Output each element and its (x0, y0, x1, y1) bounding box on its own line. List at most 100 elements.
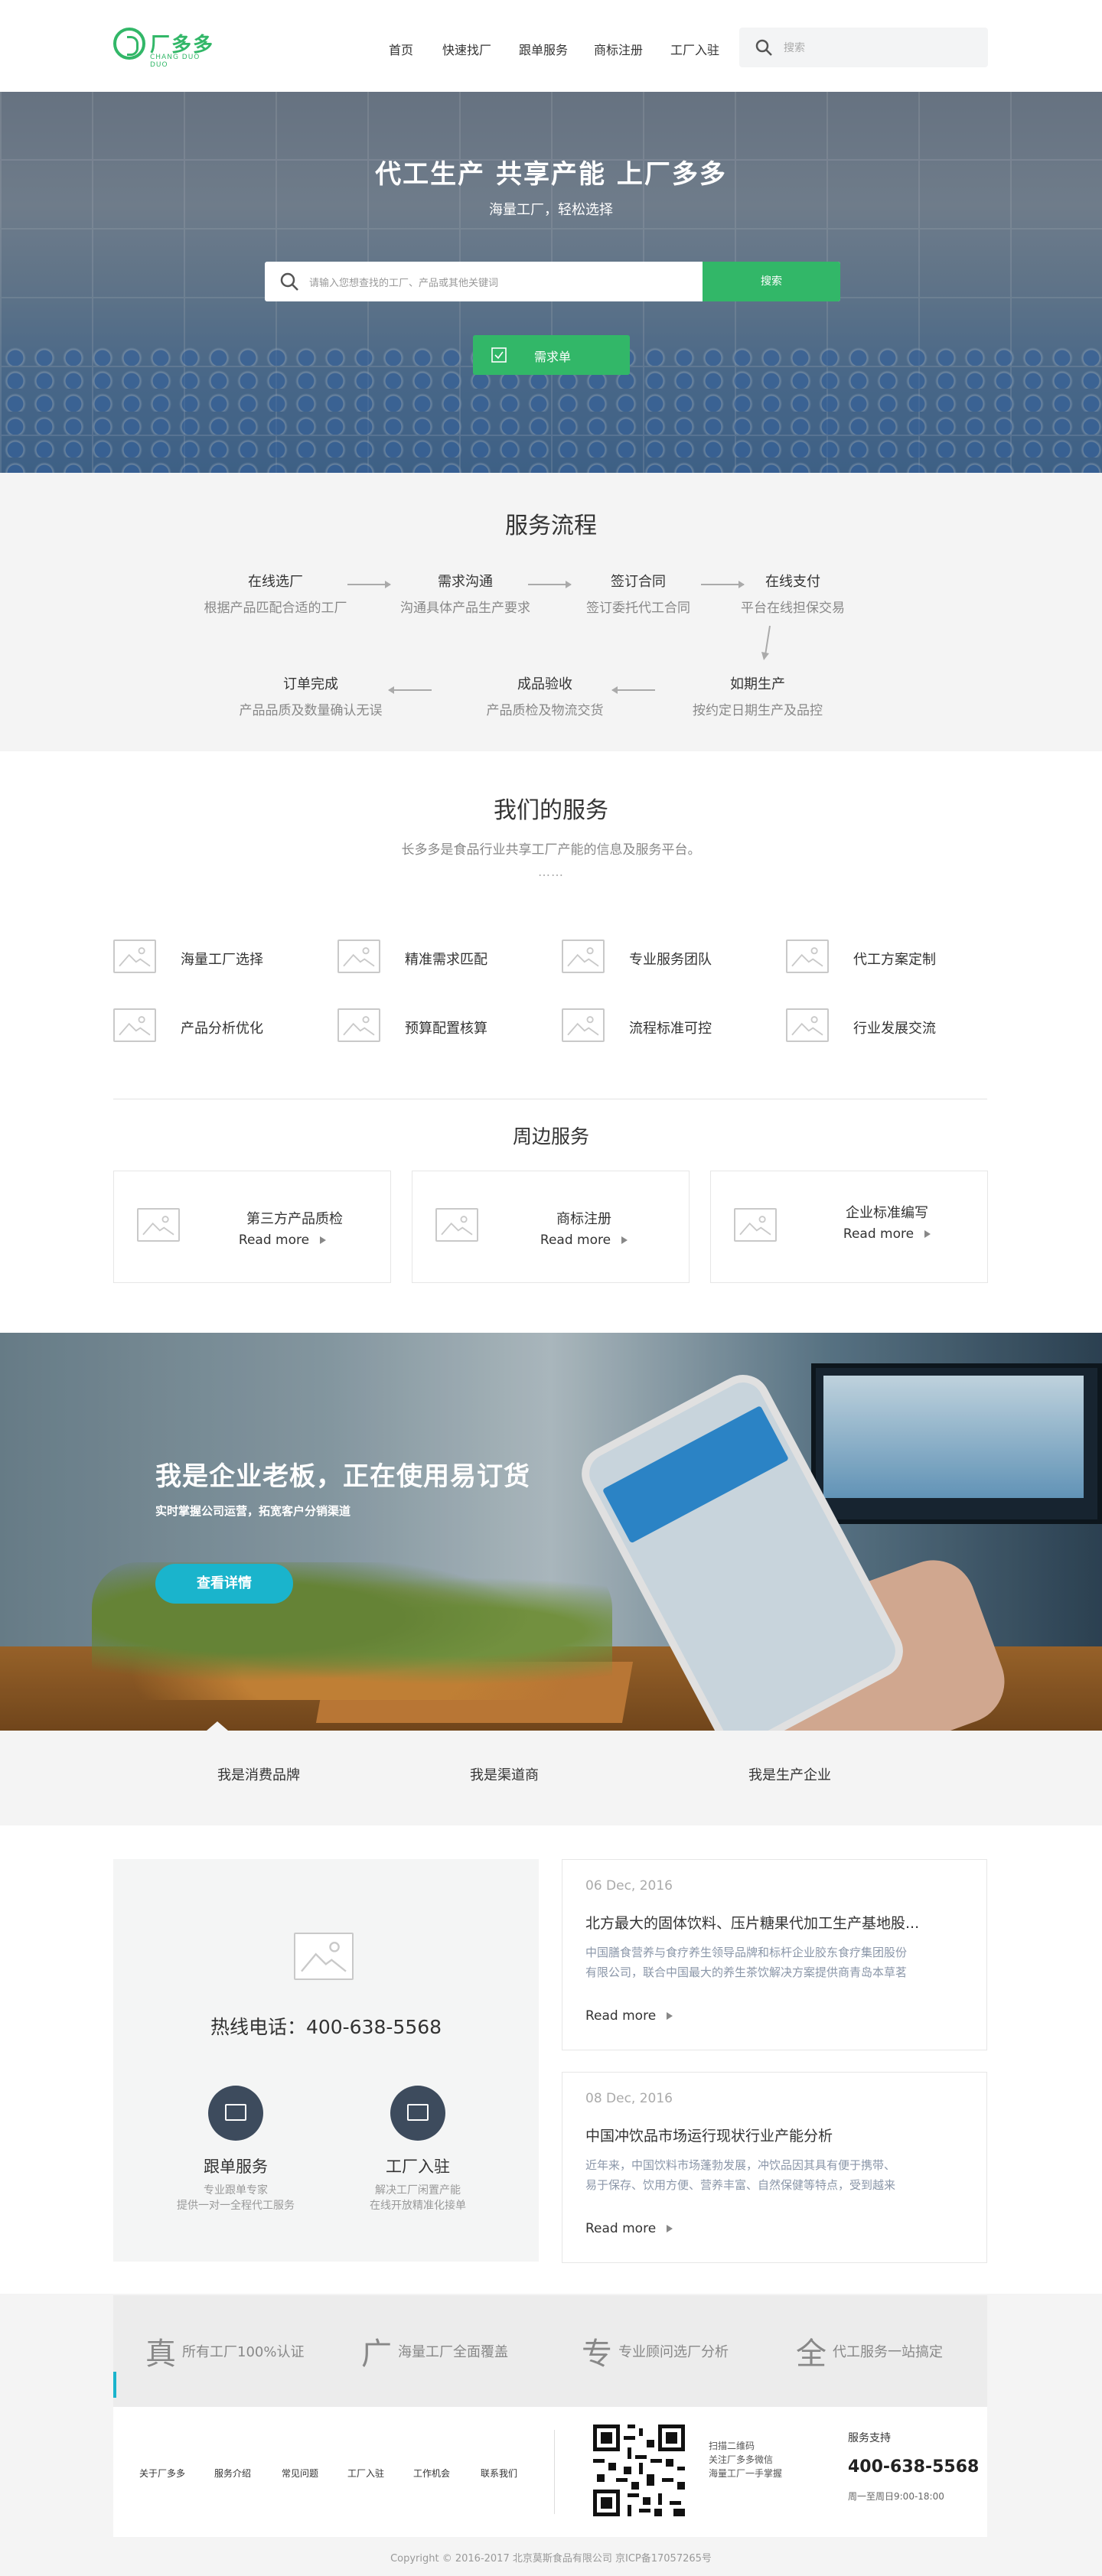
process-step-title: 在线选厂 (248, 574, 303, 590)
process-step-title: 需求沟通 (438, 574, 493, 590)
news-excerpt: 易于保存、饮用方便、营养丰富、自然保健等特点，受到越来 (585, 2178, 896, 2192)
peripheral-card-title: 第三方产品质检 (246, 1211, 343, 1227)
news-card[interactable]: 06 Dec, 2016 北方最大的固体饮料、压片糖果代加工生产基地股... 中… (562, 1859, 987, 2050)
qr-caption: 海量工厂一手掌握 (709, 2468, 783, 2479)
news-title[interactable]: 北方最大的固体饮料、压片糖果代加工生产基地股... (585, 1912, 965, 1933)
read-more-link[interactable]: Read more (198, 1233, 367, 1248)
peripheral-card[interactable]: 商标注册 Read more (412, 1171, 690, 1283)
service-item[interactable]: 产品分析优化 (113, 1008, 328, 1047)
read-more-label: Read more (585, 2221, 657, 2236)
service-item[interactable]: 精准需求匹配 (337, 940, 552, 978)
image-placeholder-icon (786, 940, 829, 973)
hero-search-button[interactable]: 搜索 (703, 262, 840, 301)
logo[interactable]: 厂多多 CHANG DUO DUO (113, 26, 220, 69)
nav-factory-join[interactable]: 工厂入驻 (670, 40, 719, 58)
read-more-link[interactable]: Read more (803, 1226, 971, 1242)
footer-link-jobs[interactable]: 工作机会 (413, 2467, 450, 2480)
arrow-right-icon (701, 581, 745, 588)
view-details-button[interactable]: 查看详情 (155, 1564, 293, 1604)
footer-link-faq[interactable]: 常见问题 (282, 2467, 318, 2480)
image-placeholder-icon (562, 1008, 605, 1042)
image-placeholder-icon (337, 940, 380, 973)
divider (554, 2430, 555, 2514)
arrow-down-icon (761, 625, 771, 660)
footer-link-factory-join[interactable]: 工厂入驻 (347, 2467, 384, 2480)
nav-trademark[interactable]: 商标注册 (594, 40, 643, 58)
service-item[interactable]: 专业服务团队 (562, 940, 776, 978)
caret-right-icon (667, 2012, 673, 2020)
request-form-label: 需求单 (534, 350, 572, 364)
peripheral-card[interactable]: 第三方产品质检 Read more (113, 1171, 391, 1283)
arrow-right-icon (528, 581, 572, 588)
banner-subtitle: 实时掌握公司运营，拓宽客户分销渠道 (155, 1504, 351, 1518)
checklist-icon (491, 347, 507, 363)
header-search-placeholder: 搜索 (784, 42, 805, 54)
support-hours: 周一至周日9:00-18:00 (848, 2491, 944, 2502)
services-subtitle: 长多多是食品行业共享工厂产能的信息及服务平台。 (401, 842, 701, 858)
services-dots: …… (538, 865, 564, 879)
process-step-desc: 按约定日期生产及品控 (693, 703, 823, 718)
tab-distributor[interactable]: 我是渠道商 (470, 1764, 539, 1784)
read-more-link[interactable]: Read more (585, 2008, 673, 2024)
factory-join-title[interactable]: 工厂入驻 (334, 2154, 502, 2177)
image-placeholder-icon (337, 1008, 380, 1042)
tab-consumer-brand[interactable]: 我是消费品牌 (217, 1764, 300, 1784)
accent-bar (113, 2372, 116, 2398)
image-placeholder-icon (734, 1208, 777, 1242)
feature-text: 所有工厂100%认证 (182, 2344, 305, 2360)
qr-code-icon (589, 2421, 689, 2520)
follow-service-title[interactable]: 跟单服务 (152, 2154, 320, 2177)
news-title[interactable]: 中国冲饮品市场运行现状行业产能分析 (585, 2125, 965, 2145)
image-placeholder-icon (786, 1008, 829, 1042)
active-tab-caret-icon (207, 1721, 228, 1731)
peripheral-card-title: 企业标准编写 (846, 1205, 928, 1221)
contact-panel: 热线电话：400-638-5568 跟单服务 专业跟单专家 提供一对一全程代工服… (113, 1859, 539, 2262)
promo-banner: 我是企业老板，正在使用易订货 实时掌握公司运营，拓宽客户分销渠道 查看详情 (0, 1333, 1102, 1731)
tab-manufacturer[interactable]: 我是生产企业 (748, 1764, 831, 1784)
footer-link-about[interactable]: 关于厂多多 (139, 2467, 185, 2480)
hero-search-placeholder: 请输入您想查找的工厂、产品或其他关键词 (309, 278, 499, 289)
banner-title: 我是企业老板，正在使用易订货 (155, 1461, 530, 1492)
service-item-label: 流程标准可控 (629, 1021, 712, 1037)
process-step-title: 如期生产 (730, 676, 785, 692)
banner-overlay (0, 1333, 1102, 1731)
peripheral-card[interactable]: 企业标准编写 Read more (710, 1171, 988, 1283)
read-more-link[interactable]: Read more (500, 1233, 668, 1248)
process-step: 订单完成 产品品质及数量确认无误 (211, 673, 410, 718)
hero-search-input[interactable]: 请输入您想查找的工厂、产品或其他关键词 搜索 (265, 262, 840, 301)
feature-text: 海量工厂全面覆盖 (398, 2344, 508, 2360)
search-icon[interactable] (755, 38, 773, 57)
service-item[interactable]: 海量工厂选择 (113, 940, 328, 978)
footer-link-contact[interactable]: 联系我们 (481, 2467, 517, 2480)
process-step-desc: 产品质检及物流交货 (486, 703, 604, 718)
nav-follow-service[interactable]: 跟单服务 (519, 40, 568, 58)
services-title: 我们的服务 (494, 797, 608, 824)
nav-home[interactable]: 首页 (389, 40, 413, 58)
header-search-input[interactable]: 搜索 (739, 28, 988, 67)
service-item[interactable]: 行业发展交流 (786, 1008, 1000, 1047)
request-form-button[interactable]: 需求单 (473, 335, 630, 375)
process-step-desc: 平台在线担保交易 (741, 601, 845, 616)
service-item[interactable]: 预算配置核算 (337, 1008, 552, 1047)
peripheral-card-title: 商标注册 (556, 1211, 611, 1227)
news-card[interactable]: 08 Dec, 2016 中国冲饮品市场运行现状行业产能分析 近年来，中国饮料市… (562, 2072, 987, 2263)
qr-caption: 扫描二维码 (709, 2441, 755, 2451)
arrow-right-icon (347, 581, 391, 588)
nav-find-factory[interactable]: 快速找厂 (442, 40, 491, 58)
read-more-label: Read more (238, 1233, 310, 1248)
arrow-left-icon (611, 686, 655, 694)
service-item-label: 产品分析优化 (181, 1021, 263, 1037)
factory-join-icon[interactable] (390, 2086, 445, 2141)
feature-text: 专业顾问选厂分析 (618, 2344, 729, 2360)
news-date: 08 Dec, 2016 (585, 2091, 673, 2106)
footer-main: 关于厂多多 服务介绍 常见问题 工厂入驻 工作机会 联系我们 扫描二维码 关注厂… (113, 2407, 987, 2537)
support-label: 服务支持 (848, 2432, 891, 2444)
follow-service-icon[interactable] (208, 2086, 263, 2141)
peripheral-title: 周边服务 (512, 1125, 589, 1148)
service-item[interactable]: 代工方案定制 (786, 940, 1000, 978)
footer-link-services[interactable]: 服务介绍 (214, 2467, 251, 2480)
read-more-link[interactable]: Read more (585, 2221, 673, 2236)
image-placeholder-icon (113, 1008, 156, 1042)
service-item-label: 预算配置核算 (405, 1021, 487, 1037)
service-item[interactable]: 流程标准可控 (562, 1008, 776, 1047)
